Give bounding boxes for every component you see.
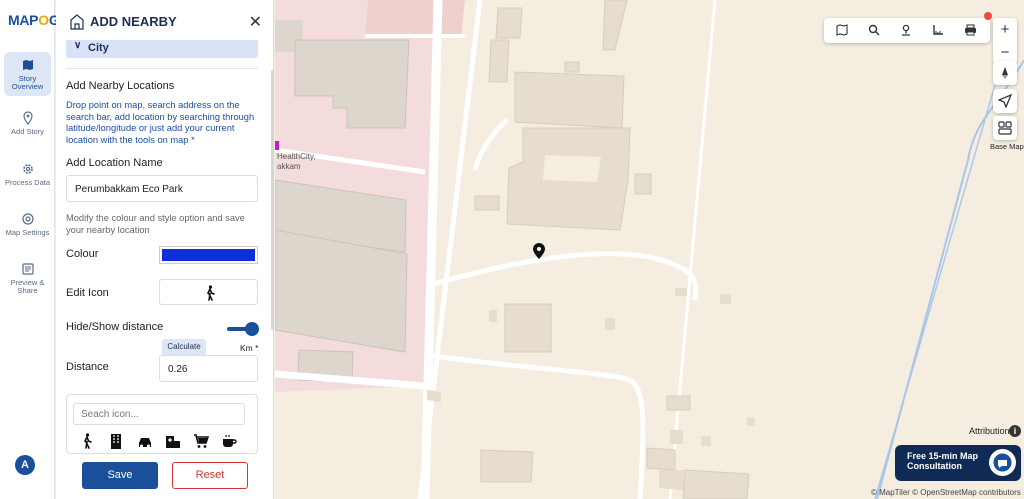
preview-icon [21, 263, 34, 275]
car-icon[interactable] [137, 433, 153, 449]
panel-scrollbar[interactable] [271, 70, 274, 330]
colour-swatch-fill [162, 249, 255, 261]
cart-icon[interactable] [193, 433, 210, 449]
ruler-icon[interactable] [932, 24, 945, 37]
map-credits[interactable]: © MapTiler © OpenStreetMap contributors [871, 488, 1021, 497]
style-hint-text: Modify the colour and style option and s… [66, 213, 245, 235]
rail-map-settings[interactable]: Map Settings [4, 212, 51, 237]
navigation-arrow-icon [998, 94, 1012, 108]
mapog-logo[interactable]: MAPOG [8, 12, 60, 28]
compass-icon [1002, 67, 1008, 79]
consultation-banner[interactable]: Free 15-min Map Consultation [895, 445, 1021, 481]
walking-person-icon[interactable] [81, 433, 97, 449]
save-button[interactable]: Save [82, 462, 158, 489]
rail-story-overview[interactable]: Story Overview [4, 52, 51, 96]
layers-icon [998, 121, 1012, 135]
map-book-icon [22, 60, 33, 70]
divider [66, 68, 258, 69]
notification-badge [984, 12, 992, 20]
close-icon[interactable]: ✕ [249, 12, 262, 32]
panel-header: ADD NEARBY ✕ [68, 12, 268, 32]
compass-button[interactable] [993, 61, 1017, 85]
map-tiles [275, 0, 1024, 499]
location-pin-icon [22, 111, 33, 125]
rail-add-story[interactable]: Add Story [4, 111, 51, 136]
icon-library: Seach icon... [66, 394, 258, 454]
rail-process-data[interactable]: Process Data [4, 162, 51, 187]
distance-toggle[interactable] [227, 322, 259, 336]
distance-input[interactable]: 0.26 [159, 355, 258, 382]
section-heading: Add Nearby Locations [66, 80, 175, 92]
map-toolbar [824, 18, 990, 43]
left-rail: MAPOG Story Overview Add Story Process D… [0, 0, 60, 499]
icon-options-row [81, 433, 241, 449]
coffee-cup-icon[interactable] [221, 433, 237, 449]
panel-title: ADD NEARBY [90, 14, 177, 29]
base-map-button[interactable] [993, 116, 1017, 140]
edit-icon-label: Edit Icon [66, 287, 109, 299]
city-section-header[interactable]: ∨ City [66, 40, 258, 58]
icon-search-input[interactable]: Seach icon... [73, 403, 245, 425]
location-pin-icon[interactable] [900, 24, 913, 37]
map-icon[interactable] [836, 24, 849, 37]
zoom-control: + − [993, 18, 1017, 64]
print-icon[interactable] [964, 24, 977, 37]
building-icon[interactable] [109, 433, 125, 449]
poi-label: HealthCity, akkam [277, 152, 316, 171]
edit-icon-picker[interactable] [159, 279, 258, 305]
location-name-input[interactable]: Perumbakkam Eco Park [66, 175, 258, 202]
settings-icon [21, 213, 34, 225]
hospital-icon[interactable] [165, 433, 181, 449]
distance-label: Distance [66, 361, 109, 373]
nearby-building-icon [70, 14, 84, 30]
colour-picker[interactable] [159, 246, 258, 264]
instructions-text: Drop point on map, search address on the… [66, 100, 255, 145]
base-map-label: Base Map [990, 142, 1024, 151]
walking-person-icon [206, 285, 215, 301]
map-canvas[interactable]: HealthCity, akkam + − Base Map Attributio… [275, 0, 1024, 499]
info-icon[interactable]: i [1009, 425, 1021, 437]
gear-icon [22, 164, 33, 174]
unit-label: Km * [240, 343, 259, 353]
calculate-tab[interactable]: Calculate [162, 339, 206, 355]
zoom-in-button[interactable]: + [993, 18, 1017, 41]
chevron-down-icon: ∨ [74, 40, 82, 51]
geolocate-button[interactable] [993, 89, 1017, 113]
colour-label: Colour [66, 248, 99, 260]
rail-preview-share[interactable]: Preview & Share [4, 262, 51, 295]
reset-button[interactable]: Reset [172, 462, 248, 489]
search-icon[interactable] [868, 24, 881, 37]
attribution-label[interactable]: Attribution [969, 426, 1010, 436]
user-avatar[interactable]: A [15, 455, 35, 475]
distance-toggle-label: Hide/Show distance [66, 321, 164, 333]
location-name-label: Add Location Name [66, 157, 163, 169]
chat-icon[interactable] [989, 449, 1016, 476]
